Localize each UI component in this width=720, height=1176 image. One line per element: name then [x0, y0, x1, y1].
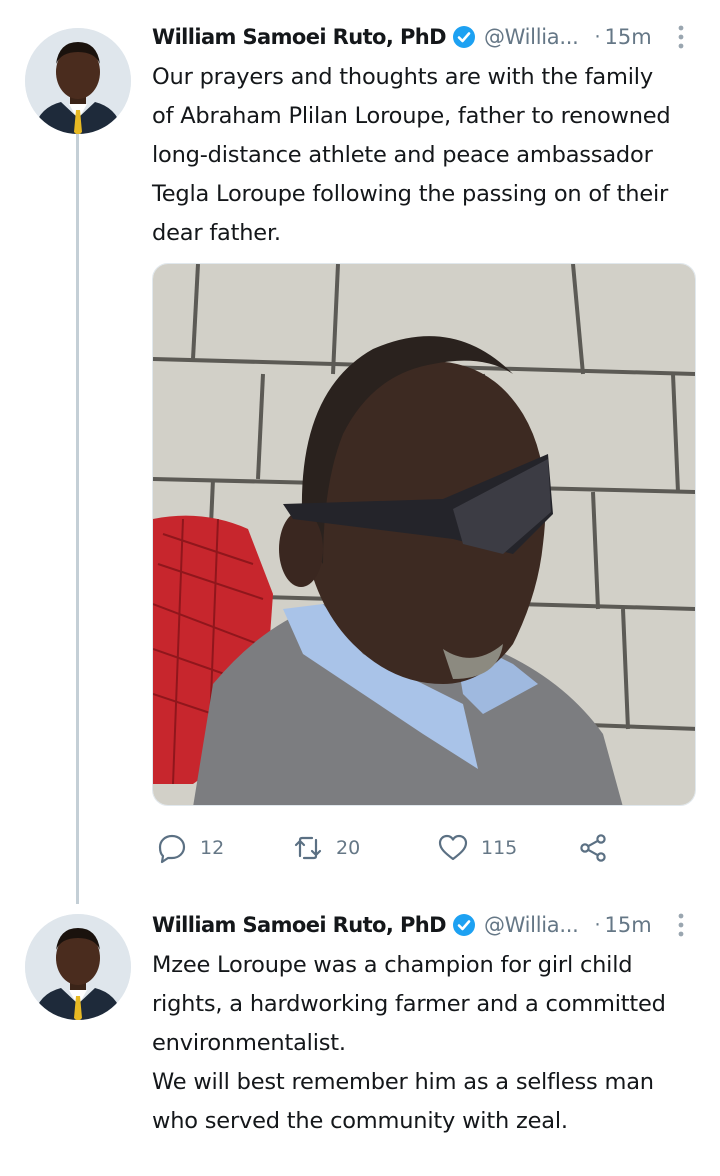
heart-icon [438, 834, 468, 861]
author-name[interactable]: William Samoei Ruto, PhD [152, 913, 447, 937]
more-vertical-icon[interactable] [676, 912, 686, 938]
author-name[interactable]: William Samoei Ruto, PhD [152, 25, 447, 49]
verified-badge-icon [452, 914, 475, 936]
tweet-text: Our prayers and thoughts are with the fa… [152, 64, 671, 246]
like-count: 115 [481, 837, 518, 859]
reply-icon [158, 834, 186, 864]
retweet-icon [294, 836, 322, 860]
separator-dot: · [594, 914, 601, 936]
retweet-button[interactable]: 20 [292, 826, 360, 870]
tweet-photo[interactable] [152, 263, 696, 806]
tweet-actions: 12 20 115 [152, 826, 672, 870]
avatar[interactable] [25, 28, 131, 134]
tweet-text: Mzee Loroupe was a champion for girl chi… [152, 952, 666, 1134]
retweet-count: 20 [336, 837, 361, 859]
tweet-time[interactable]: 15m [605, 25, 652, 49]
like-button[interactable]: 115 [437, 826, 517, 870]
reply-count: 12 [200, 837, 225, 859]
author-handle[interactable]: @Willia... [484, 913, 579, 937]
tweet-header: William Samoei Ruto, PhD @Willia... · 15… [152, 22, 700, 52]
tweet[interactable]: William Samoei Ruto, PhD @Willia... · 15… [0, 904, 720, 1176]
verified-badge-icon [452, 26, 475, 48]
separator-dot: · [594, 26, 601, 48]
share-icon [580, 834, 606, 862]
author-handle[interactable]: @Willia... [484, 25, 579, 49]
more-vertical-icon[interactable] [676, 24, 686, 50]
reply-button[interactable]: 12 [156, 826, 224, 870]
tweet[interactable]: William Samoei Ruto, PhD @Willia... · 15… [0, 0, 720, 904]
avatar[interactable] [25, 914, 131, 1020]
tweet-time[interactable]: 15m [605, 913, 652, 937]
share-button[interactable] [577, 826, 609, 870]
tweet-header: William Samoei Ruto, PhD @Willia... · 15… [152, 910, 700, 940]
